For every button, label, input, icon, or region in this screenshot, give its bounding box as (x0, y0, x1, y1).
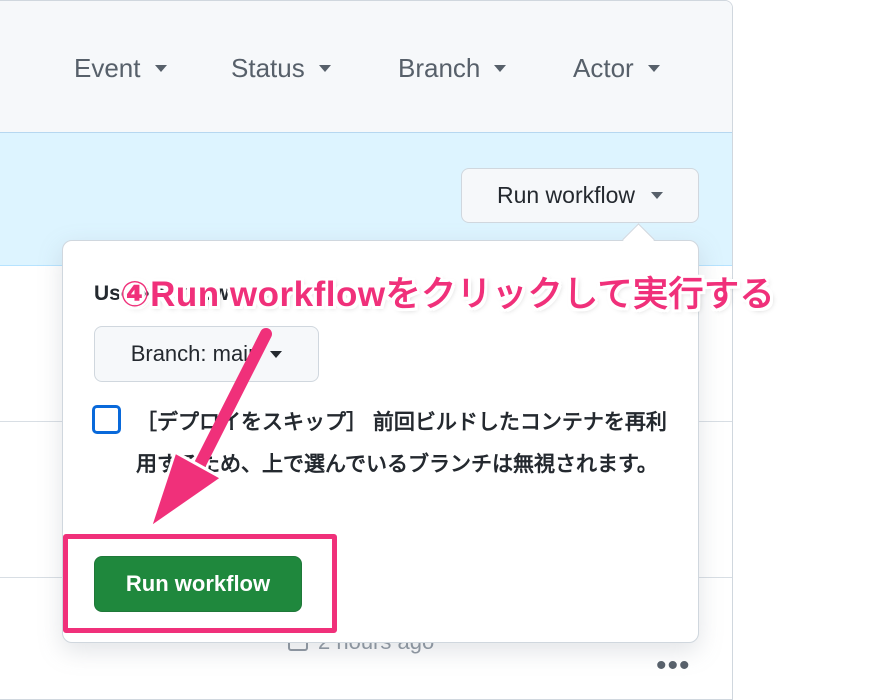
caret-down-icon (494, 65, 507, 72)
event-filter-label: Event (74, 53, 141, 83)
more-options-icon[interactable]: ••• (656, 649, 691, 683)
branch-filter-label: Branch (398, 53, 481, 83)
highlight-box (63, 534, 337, 633)
actor-filter-label: Actor (573, 53, 634, 83)
caret-down-icon (647, 65, 660, 72)
branch-select-label: Branch: main (130, 341, 261, 366)
actor-filter[interactable]: Actor (573, 53, 660, 84)
skip-deploy-label: ［デプロイをスキップ］ 前回ビルドしたコンテナを再利用するため、上で選んでいるブ… (136, 411, 667, 476)
branch-filter[interactable]: Branch (398, 53, 507, 84)
run-workflow-dropdown-label: Run workflow (496, 182, 636, 208)
filter-bar: Event Status Branch Actor (0, 1, 732, 133)
run-workflow-dropdown-button[interactable]: Run workflow (461, 168, 699, 223)
annotation-text: ④Run workflowをクリックして実行する (120, 275, 776, 314)
status-filter-label: Status (231, 53, 305, 83)
status-filter[interactable]: Status (231, 53, 331, 84)
caret-down-icon (318, 65, 331, 72)
caret-down-icon (270, 350, 283, 358)
caret-down-icon (651, 192, 664, 199)
skip-deploy-checkbox[interactable] (92, 405, 121, 434)
branch-select-button[interactable]: Branch: main (94, 326, 319, 382)
caret-down-icon (154, 65, 167, 72)
event-filter[interactable]: Event (74, 53, 167, 84)
